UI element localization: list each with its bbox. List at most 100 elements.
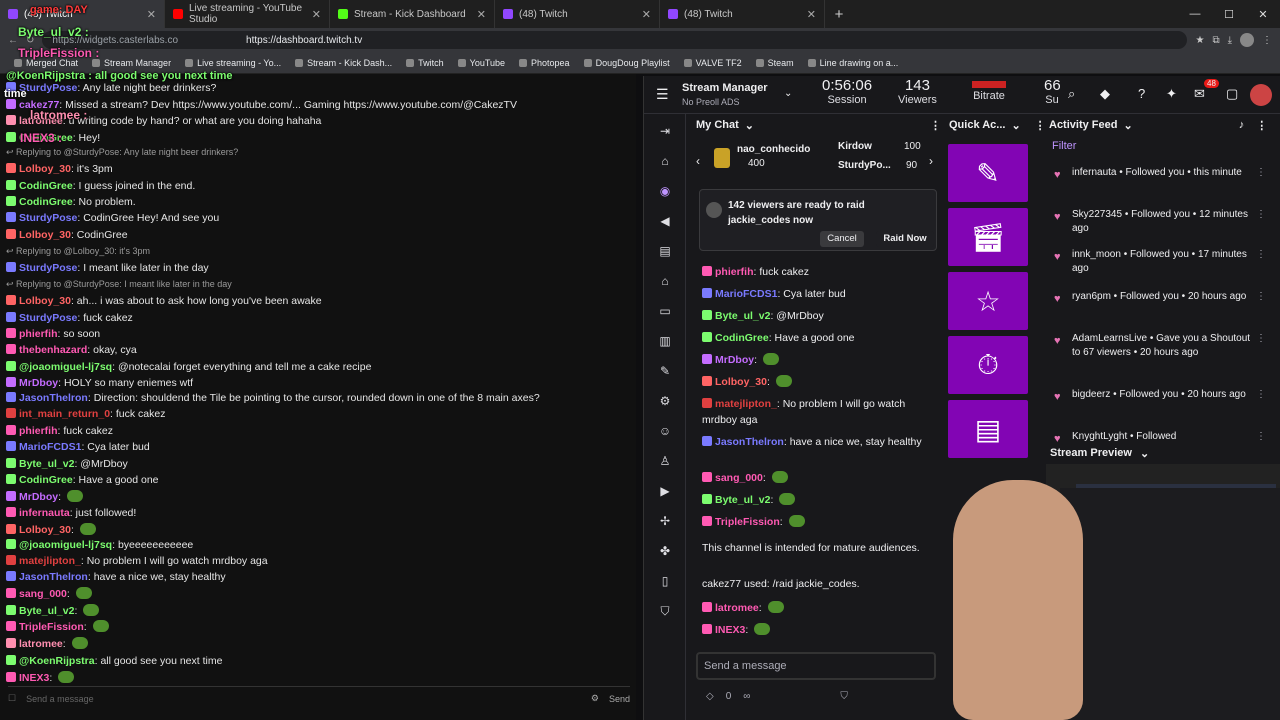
chat-username[interactable]: MarioFCDS1 — [19, 441, 81, 453]
chat-username[interactable]: SturdyPose — [19, 212, 77, 224]
quick-actions-header[interactable]: Quick Ac... ⌄ ⋮ — [949, 116, 1046, 134]
chat-username[interactable]: MrDboy — [19, 377, 58, 389]
activity-item[interactable]: ♥ infernauta • Followed you • this minute… — [1054, 166, 1266, 202]
bookmark-4[interactable]: Twitch — [406, 58, 444, 68]
my-chat-header[interactable]: My Chat ⌄ ⋮ — [696, 116, 941, 134]
hamburger-icon[interactable]: ☰ — [656, 86, 669, 103]
prev-arrow-icon[interactable]: ‹ — [696, 154, 700, 168]
chat-username[interactable]: int_main_return_0 — [19, 408, 110, 420]
activity-feed-header[interactable]: Activity Feed ⌄ ♪ ⋮ — [1049, 116, 1267, 134]
points-icon[interactable]: ◆ — [1100, 86, 1110, 102]
chat-username[interactable]: phierfih — [19, 425, 58, 437]
bookmark-8[interactable]: VALVE TF2 — [683, 58, 742, 68]
notifications-icon[interactable]: ✉ — [1194, 86, 1205, 102]
chat-username[interactable]: latromee — [715, 602, 759, 614]
left-send-button[interactable]: Send — [609, 694, 630, 704]
promote-icon[interactable]: ◀ — [658, 214, 672, 228]
settings-icon[interactable]: ⚙ — [591, 693, 599, 704]
shield-icon[interactable]: ⛉ — [658, 604, 672, 618]
close-icon[interactable]: ✕ — [312, 8, 321, 21]
volume-icon[interactable]: ♪ — [1239, 119, 1245, 131]
settings-icon[interactable]: ⚙ — [658, 394, 672, 408]
close-icon[interactable]: ✕ — [1246, 0, 1280, 28]
extensions-icon[interactable]: ⧉ — [1212, 35, 1219, 46]
avatar[interactable] — [1250, 84, 1272, 106]
activity-item[interactable]: ♥ ryan6pm • Followed you • 20 hours ago ⋮ — [1054, 290, 1266, 326]
star-icon[interactable]: ★ — [1195, 35, 1204, 46]
search-icon[interactable]: ⌕ — [1068, 86, 1075, 102]
chat-username[interactable]: MrDboy — [19, 491, 58, 503]
chat-username[interactable]: Lolboy_30 — [19, 524, 71, 536]
chat-icon[interactable]: ▢ — [1226, 86, 1238, 102]
bookmark-3[interactable]: Stream - Kick Dash... — [295, 58, 392, 68]
more-icon[interactable]: ⋮ — [1256, 208, 1266, 222]
chat-username[interactable]: latromee — [19, 638, 63, 650]
chat-username[interactable]: Byte_ul_v2 — [19, 605, 74, 617]
chat-username[interactable]: SturdyPose — [19, 312, 77, 324]
highlight-button[interactable]: ☆ — [948, 272, 1028, 330]
chat-username[interactable]: Byte_ul_v2 — [715, 494, 770, 506]
video-icon[interactable]: ▶ — [658, 484, 672, 498]
clip-button[interactable]: 🎬︎ — [948, 208, 1028, 266]
chat-username[interactable]: SturdyPose — [19, 82, 77, 94]
chat-username[interactable]: MrDboy — [715, 354, 754, 366]
url-field[interactable]: https://widgets.casterlabs.co https://da… — [42, 31, 1188, 49]
chat-username[interactable]: Byte_ul_v2 — [715, 310, 770, 322]
bookmark-10[interactable]: Line drawing on a... — [807, 58, 898, 68]
magic-icon[interactable]: ✦ — [1166, 86, 1177, 102]
tab-2[interactable]: Stream - Kick Dashboard ✕ — [330, 0, 495, 28]
collapse-icon[interactable]: ⇥ — [658, 124, 672, 138]
shield-icon[interactable]: ⛉ — [840, 691, 848, 702]
next-arrow-icon[interactable]: › — [929, 154, 933, 168]
chat-username[interactable]: SturdyPose — [19, 262, 77, 274]
chat-username[interactable]: @joaomiguel-lj7sq — [19, 361, 112, 373]
minimize-icon[interactable]: — — [1178, 0, 1212, 28]
bookmark-6[interactable]: Photopea — [519, 58, 570, 68]
more-icon[interactable]: ⋮ — [1256, 430, 1266, 444]
raid-cancel-button[interactable]: Cancel — [820, 231, 864, 247]
close-icon[interactable]: ✕ — [642, 8, 651, 21]
chat-username[interactable]: INEX3 — [715, 624, 745, 636]
send-message-input[interactable]: Send a message — [696, 652, 936, 680]
book-icon[interactable]: ▯ — [658, 574, 672, 588]
monetize-icon[interactable]: ▥ — [658, 334, 672, 348]
extensions-icon[interactable]: ✢ — [658, 514, 672, 528]
download-icon[interactable]: ⤓ — [1228, 35, 1232, 46]
chat-username[interactable]: Lolboy_30 — [19, 163, 71, 175]
stream-icon[interactable]: ◉ — [658, 184, 672, 198]
activity-item[interactable]: ♥ Sky227345 • Followed you • 12 minutes a… — [1054, 208, 1266, 244]
more-icon[interactable]: ⋮ — [1256, 332, 1266, 346]
chat-username[interactable]: CodinGree — [19, 474, 73, 486]
chat-username[interactable]: Lolboy_30 — [715, 376, 767, 388]
puzzle-icon[interactable]: ✤ — [658, 544, 672, 558]
raid-now-button[interactable]: Raid Now — [876, 231, 934, 247]
activity-item[interactable]: ♥ innk_moon • Followed you • 17 minutes a… — [1054, 248, 1266, 284]
maximize-icon[interactable]: ☐ — [1212, 0, 1246, 28]
help-icon[interactable]: ? — [1138, 86, 1145, 101]
bookmark-5[interactable]: YouTube — [457, 58, 505, 68]
activity-item[interactable]: ♥ AdamLearnsLive • Gave you a Shoutout to… — [1054, 332, 1266, 368]
chat-username[interactable]: INEX3 — [19, 672, 49, 684]
edit-stream-info-button[interactable]: ✎ — [948, 144, 1028, 202]
user-add-icon[interactable]: ♙ — [658, 454, 672, 468]
close-icon[interactable]: ✕ — [477, 8, 486, 21]
more-icon[interactable]: ⋮ — [1256, 248, 1266, 262]
tab-4[interactable]: (48) Twitch ✕ — [660, 0, 825, 28]
more-icon[interactable]: ⋮ — [1256, 388, 1266, 402]
chat-username[interactable]: CodinGree — [715, 332, 769, 344]
menu-icon[interactable]: ⋮ — [1262, 35, 1272, 46]
back-icon[interactable]: ← — [8, 35, 18, 46]
chat-username[interactable]: TripleFission — [715, 516, 780, 528]
edit-icon[interactable]: ✎ — [658, 364, 672, 378]
chat-username[interactable]: MarioFCDS1 — [715, 288, 777, 300]
analytics-icon[interactable]: ▤ — [658, 244, 672, 258]
activity-item[interactable]: ♥ bigdeerz • Followed you • 20 hours ago ⋮ — [1054, 388, 1266, 424]
chat-username[interactable]: Lolboy_30 — [19, 229, 71, 241]
timer-button[interactable]: ⏱︎ — [948, 336, 1028, 394]
tab-1[interactable]: Live streaming - YouTube Studio ✕ — [165, 0, 330, 28]
bookmark-1[interactable]: Stream Manager — [92, 58, 171, 68]
bookmark-2[interactable]: Live streaming - Yo... — [185, 58, 281, 68]
more-icon[interactable]: ⋮ — [930, 119, 941, 132]
chat-username[interactable]: phierfih — [19, 328, 58, 340]
chat-username[interactable]: thebenhazard — [19, 344, 87, 356]
